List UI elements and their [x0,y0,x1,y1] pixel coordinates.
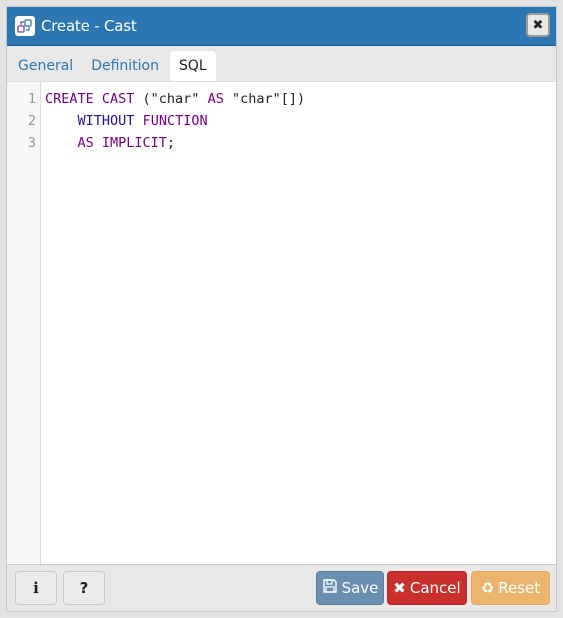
code-token: FUNCTION [142,113,208,129]
info-icon: i [33,579,39,597]
tab-bar: General Definition SQL [7,46,556,81]
help-icon: ? [79,579,89,597]
help-button[interactable]: ? [63,571,105,605]
code-line: AS IMPLICIT; [45,135,176,151]
save-label: Save [341,579,379,597]
code-token: AS IMPLICIT [77,135,167,151]
cancel-button[interactable]: ✖ Cancel [387,571,467,605]
line-number: 2 [27,113,36,129]
close-icon: ✖ [532,17,544,33]
line-number: 1 [27,91,36,107]
line-number: 3 [27,135,36,151]
save-button[interactable]: Save [316,571,384,605]
tab-general[interactable]: General [9,51,82,81]
info-button[interactable]: i [15,571,57,605]
code-line: WITHOUT FUNCTION [45,113,208,129]
code-token: WITHOUT [77,113,135,129]
tab-sql[interactable]: SQL [169,51,216,81]
code-token: ; [166,135,176,151]
cancel-label: Cancel [409,579,461,597]
sql-editor[interactable]: 1 2 3 CREATE CAST ("char" AS "char"[]) W… [7,81,556,565]
code-token: ("char" [134,91,208,107]
dialog-title: Create - Cast [41,17,137,35]
code-token: AS [207,91,224,107]
floppy-disk-icon [322,578,338,598]
x-icon: ✖ [393,579,406,597]
create-cast-dialog: Create - Cast ✖ General Definition SQL 1… [6,6,557,612]
reset-button[interactable]: ♻ Reset [471,571,550,605]
code-token: CREATE CAST [45,91,135,107]
tab-definition[interactable]: Definition [82,51,168,81]
code-line: CREATE CAST ("char" AS "char"[]) [45,91,305,107]
cast-icon [15,16,35,36]
line-number-gutter: 1 2 3 [7,82,41,564]
recycle-icon: ♻ [480,579,495,597]
dialog-titlebar[interactable]: Create - Cast ✖ [7,7,556,46]
code-token: "char"[]) [223,91,306,107]
reset-label: Reset [498,579,541,597]
dialog-footer: i ? Save ✖ Cancel ♻ Reset [7,564,556,612]
close-button[interactable]: ✖ [526,13,550,37]
